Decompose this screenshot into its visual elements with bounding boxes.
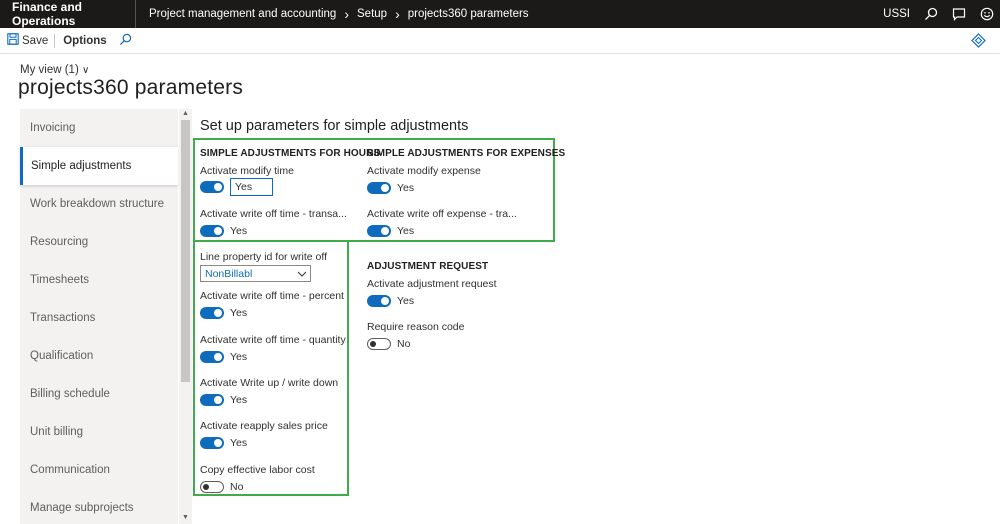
write-up-down-label: Activate Write up / write down (200, 377, 339, 389)
write-off-percent-label: Activate write off time - percent (200, 290, 344, 302)
line-property-value: NonBillabl (205, 267, 253, 280)
write-off-expense-value: Yes (397, 225, 415, 237)
chat-icon[interactable] (952, 7, 966, 21)
toggle-switch[interactable] (200, 394, 224, 406)
sidebar-item-work-breakdown-structure[interactable]: Work breakdown structure (20, 185, 178, 223)
write-off-transaction-value: Yes (230, 225, 248, 237)
breadcrumb: Project management and accounting › Setu… (136, 7, 529, 21)
reapply-sales-price-label: Activate reapply sales price (200, 420, 328, 432)
write-off-expense-toggle[interactable]: Yes (367, 225, 414, 237)
search-icon[interactable] (924, 7, 938, 21)
write-off-percent-toggle[interactable]: Yes (200, 307, 247, 319)
search-icon (119, 33, 132, 49)
write-off-transaction-toggle[interactable]: Yes (200, 225, 247, 237)
expenses-group-heading: SIMPLE ADJUSTMENTS FOR EXPENSES (367, 148, 566, 159)
toggle-switch[interactable] (200, 181, 224, 193)
copy-labor-cost-label: Copy effective labor cost (200, 464, 315, 476)
toggle-switch[interactable] (200, 481, 224, 493)
save-icon (7, 33, 19, 48)
sidebar-item-unit-billing[interactable]: Unit billing (20, 413, 178, 451)
write-off-quantity-toggle[interactable]: Yes (200, 351, 247, 363)
my-view-label: My view (1) (20, 64, 79, 76)
toggle-switch[interactable] (367, 182, 391, 194)
sidebar-scroll-thumb[interactable] (181, 120, 190, 382)
modify-time-value[interactable]: Yes (230, 178, 273, 196)
sidebar-item-manage-subprojects[interactable]: Manage subprojects (20, 489, 178, 524)
my-view-selector[interactable]: My view (1) ∨ (20, 64, 89, 76)
page-title: projects360 parameters (18, 76, 244, 99)
modify-expense-label: Activate modify expense (367, 165, 481, 177)
sidebar: Invoicing Simple adjustments Work breakd… (20, 109, 178, 524)
chevron-right-icon: › (395, 6, 400, 22)
write-off-quantity-value: Yes (230, 351, 248, 363)
write-off-quantity-label: Activate write off time - quantity (200, 334, 346, 346)
copy-labor-cost-value: No (230, 481, 244, 493)
section-title: Set up parameters for simple adjustments (200, 118, 469, 134)
toggle-switch[interactable] (200, 351, 224, 363)
sidebar-item-billing-schedule[interactable]: Billing schedule (20, 375, 178, 413)
save-label: Save (22, 34, 49, 47)
adjustment-request-heading: ADJUSTMENT REQUEST (367, 261, 489, 272)
options-button[interactable]: Options (54, 33, 112, 48)
sidebar-item-transactions[interactable]: Transactions (20, 299, 178, 337)
scroll-down-icon[interactable]: ▼ (182, 514, 189, 521)
modify-expense-toggle[interactable]: Yes (367, 182, 414, 194)
sidebar-item-qualification[interactable]: Qualification (20, 337, 178, 375)
activate-adjustment-request-toggle[interactable]: Yes (367, 295, 414, 307)
modify-time-label: Activate modify time (200, 165, 294, 177)
reapply-sales-price-value: Yes (230, 437, 248, 449)
write-up-down-value: Yes (230, 394, 248, 406)
toggle-switch[interactable] (200, 225, 224, 237)
write-off-percent-value: Yes (230, 307, 248, 319)
modify-time-toggle[interactable]: Yes (200, 178, 273, 196)
toggle-switch[interactable] (200, 437, 224, 449)
save-button[interactable]: Save (0, 28, 54, 54)
breadcrumb-item-setup[interactable]: Setup (357, 8, 387, 20)
scroll-up-icon[interactable]: ▲ (182, 110, 189, 117)
hours-group-heading: SIMPLE ADJUSTMENTS FOR HOURS (200, 148, 381, 159)
chevron-down-icon (297, 268, 307, 280)
sidebar-item-invoicing[interactable]: Invoicing (20, 109, 178, 147)
smiley-icon[interactable] (980, 7, 994, 21)
modify-expense-value: Yes (397, 182, 415, 194)
sidebar-item-simple-adjustments[interactable]: Simple adjustments (20, 147, 178, 185)
sidebar-item-communication[interactable]: Communication (20, 451, 178, 489)
action-search-button[interactable] (113, 28, 138, 54)
company-picker[interactable]: USSI (883, 8, 910, 20)
breadcrumb-item-current: projects360 parameters (407, 8, 529, 20)
chevron-down-icon: ∨ (81, 65, 90, 76)
activate-adjustment-request-value: Yes (397, 295, 415, 307)
toggle-switch[interactable] (367, 338, 391, 350)
top-navigation-bar: Finance and Operations Project managemen… (0, 0, 1000, 28)
toggle-switch[interactable] (367, 225, 391, 237)
app-name[interactable]: Finance and Operations (0, 0, 136, 28)
require-reason-code-label: Require reason code (367, 321, 465, 333)
reapply-sales-price-toggle[interactable]: Yes (200, 437, 247, 449)
line-property-select[interactable]: NonBillabl (200, 265, 311, 282)
write-off-expense-label: Activate write off expense - tra... (367, 208, 517, 220)
sidebar-item-timesheets[interactable]: Timesheets (20, 261, 178, 299)
write-up-down-toggle[interactable]: Yes (200, 394, 247, 406)
chevron-right-icon: › (344, 6, 349, 22)
breadcrumb-item-project-management[interactable]: Project management and accounting (149, 8, 336, 20)
require-reason-code-value: No (397, 338, 411, 350)
sidebar-item-resourcing[interactable]: Resourcing (20, 223, 178, 261)
toggle-switch[interactable] (367, 295, 391, 307)
line-property-label: Line property id for write off (200, 251, 328, 263)
write-off-transaction-label: Activate write off time - transa... (200, 208, 347, 220)
power-apps-diamond-icon[interactable] (971, 33, 986, 51)
action-pane: Save Options (0, 28, 1000, 54)
copy-labor-cost-toggle[interactable]: No (200, 481, 243, 493)
require-reason-code-toggle[interactable]: No (367, 338, 410, 350)
activate-adjustment-request-label: Activate adjustment request (367, 278, 497, 290)
toggle-switch[interactable] (200, 307, 224, 319)
